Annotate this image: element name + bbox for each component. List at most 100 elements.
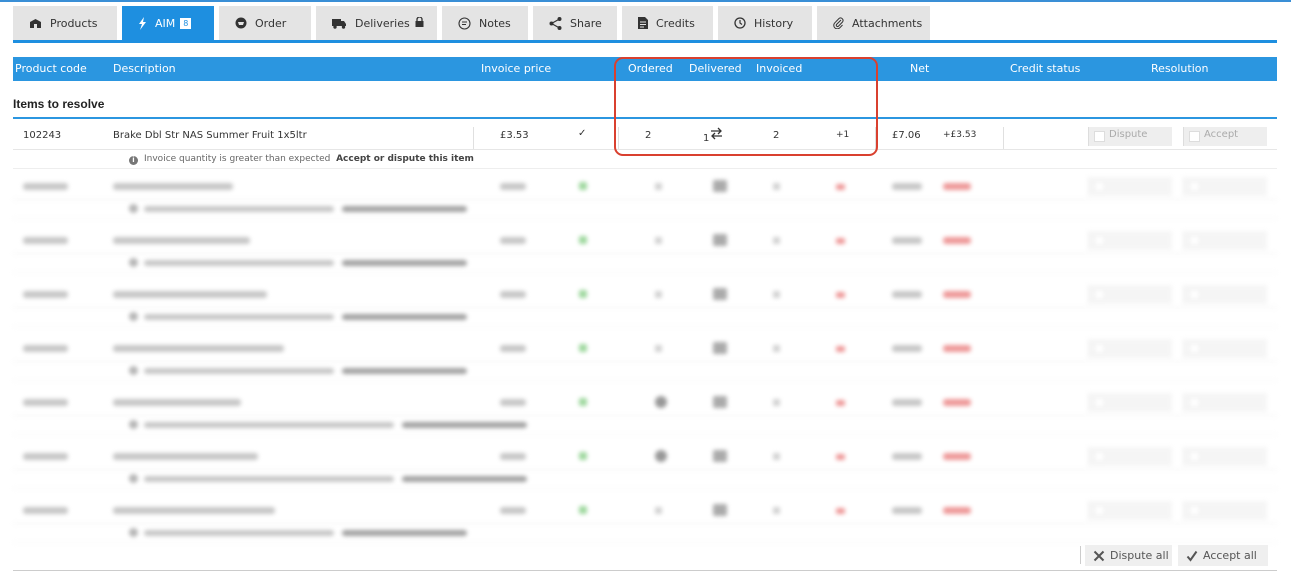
tab-order[interactable]: Order	[219, 6, 311, 40]
check-icon	[579, 236, 587, 244]
redacted-note	[144, 422, 394, 428]
redacted-diff	[836, 454, 845, 460]
info-icon	[129, 420, 138, 429]
redacted-ordered	[655, 345, 662, 352]
redacted-note	[144, 368, 334, 374]
redacted-description	[113, 291, 267, 298]
redacted-code	[23, 183, 68, 190]
table-row[interactable]	[13, 389, 1277, 416]
tab-share[interactable]: Share	[533, 6, 617, 40]
accept-button[interactable]	[1183, 177, 1267, 196]
col-net[interactable]: Net	[910, 62, 929, 75]
note-action[interactable]: Accept or dispute this item	[336, 154, 474, 164]
tab-label: History	[754, 16, 794, 30]
col-credit-status[interactable]: Credit status	[1010, 62, 1080, 75]
products-icon	[29, 18, 42, 29]
accept-button[interactable]	[1183, 285, 1267, 304]
info-icon	[129, 528, 138, 537]
check-icon	[579, 290, 587, 298]
ordered-qty: 2	[645, 130, 652, 141]
invoice-price: £3.53	[500, 130, 529, 141]
tab-credits[interactable]: Credits	[622, 6, 713, 40]
table-row[interactable]: 102243 Brake Dbl Str NAS Summer Fruit 1x…	[13, 123, 1277, 150]
col-delivered[interactable]: Delivered	[689, 62, 742, 75]
redacted-description	[113, 183, 233, 190]
tab-aim[interactable]: AIM 8	[122, 6, 214, 40]
swap-icon[interactable]	[710, 127, 723, 143]
col-description[interactable]: Description	[113, 62, 176, 75]
col-invoiced[interactable]: Invoiced	[756, 62, 802, 75]
redacted-price	[500, 345, 526, 352]
redacted-net-diff	[943, 291, 971, 298]
tab-history[interactable]: History	[718, 6, 812, 40]
dispute-button[interactable]	[1088, 177, 1172, 196]
redacted-net	[892, 453, 922, 460]
accept-button[interactable]	[1183, 339, 1267, 358]
redacted-description	[113, 345, 284, 352]
redacted-code	[23, 453, 68, 460]
tab-label: Order	[255, 16, 287, 30]
col-resolution[interactable]: Resolution	[1151, 62, 1208, 75]
redacted-invoiced	[773, 237, 780, 244]
dispute-button[interactable]	[1088, 447, 1172, 466]
credits-icon	[638, 17, 648, 29]
dispute-button[interactable]	[1088, 393, 1172, 412]
swap-icon	[713, 342, 727, 354]
item-note	[13, 201, 1277, 219]
redacted-diff	[836, 400, 845, 406]
cell-divider	[618, 127, 619, 149]
info-icon: i	[129, 156, 138, 165]
accept-button[interactable]: Accept	[1183, 127, 1267, 146]
dispute-all-button[interactable]: Dispute all	[1085, 545, 1172, 566]
col-product-code[interactable]: Product code	[15, 62, 87, 75]
lock-icon	[415, 15, 424, 30]
table-row[interactable]	[13, 443, 1277, 470]
check-icon	[579, 182, 587, 190]
tab-products[interactable]: Products	[13, 6, 117, 40]
redacted-note	[144, 314, 334, 320]
dispute-all-label: Dispute all	[1110, 549, 1169, 562]
accept-button[interactable]	[1183, 501, 1267, 520]
truck-icon	[332, 18, 347, 29]
swap-icon	[713, 504, 727, 516]
tab-notes[interactable]: Notes	[442, 6, 528, 40]
redacted-price	[500, 237, 526, 244]
accept-button[interactable]	[1183, 447, 1267, 466]
redacted-diff	[836, 184, 845, 190]
redacted-note-action	[342, 206, 467, 212]
swap-icon	[713, 234, 727, 246]
qty-difference: +1	[836, 130, 850, 140]
dispute-button[interactable]	[1088, 285, 1172, 304]
col-ordered[interactable]: Ordered	[628, 62, 673, 75]
dispute-button[interactable]	[1088, 339, 1172, 358]
redacted-diff	[836, 292, 845, 298]
redacted-code	[23, 291, 68, 298]
item-note	[13, 471, 1277, 489]
redacted-net	[892, 345, 922, 352]
accept-button[interactable]	[1183, 393, 1267, 412]
redacted-ordered	[655, 507, 662, 514]
section-title: Items to resolve	[13, 97, 105, 111]
table-row[interactable]	[13, 335, 1277, 362]
note-text: Invoice quantity is greater than expecte…	[144, 154, 331, 164]
table-row[interactable]	[13, 497, 1277, 524]
tab-attachments[interactable]: Attachments	[817, 6, 930, 40]
accept-button[interactable]	[1183, 231, 1267, 250]
redacted-invoiced	[773, 507, 780, 514]
dispute-button[interactable]	[1088, 231, 1172, 250]
table-row[interactable]	[13, 173, 1277, 200]
redacted-invoiced	[773, 453, 780, 460]
dispute-button[interactable]	[1088, 501, 1172, 520]
delivered-qty: 1	[703, 133, 710, 144]
redacted-ordered	[655, 450, 667, 462]
accept-all-button[interactable]: Accept all	[1178, 545, 1268, 566]
table-row[interactable]	[13, 281, 1277, 308]
table-row[interactable]	[13, 227, 1277, 254]
redacted-price	[500, 291, 526, 298]
footer-separator	[1080, 546, 1081, 564]
tab-deliveries[interactable]: Deliveries	[316, 6, 437, 40]
col-invoice-price[interactable]: Invoice price	[481, 62, 551, 75]
net-value: £7.06	[892, 130, 921, 141]
redacted-net-diff	[943, 345, 971, 352]
dispute-button[interactable]: Dispute	[1088, 127, 1172, 146]
